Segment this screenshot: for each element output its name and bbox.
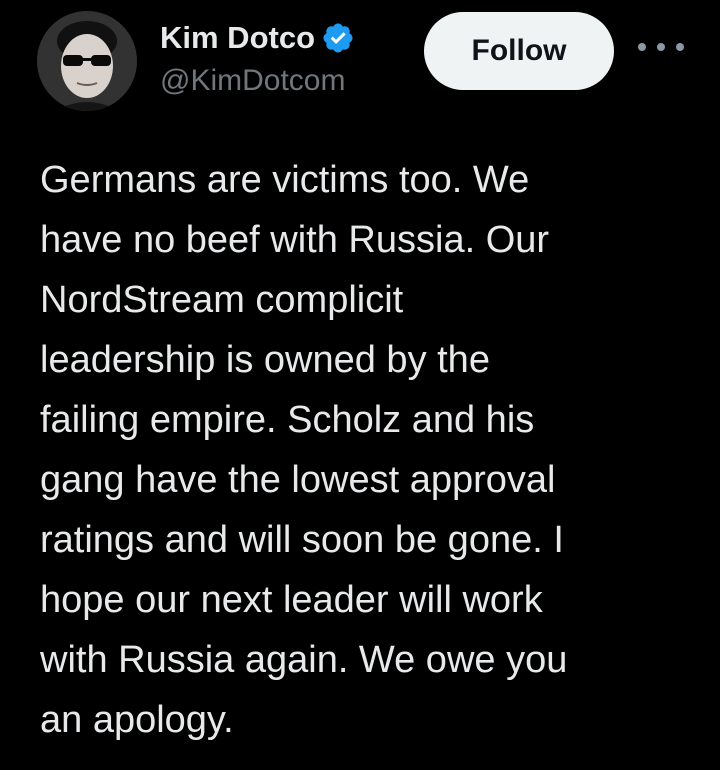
tweet-text: Germans are victims too. We have no beef… <box>40 150 700 750</box>
more-dot <box>638 43 646 51</box>
tweet-text-line: leadership is owned by the <box>40 339 490 381</box>
tweet-text-line: failing empire. Scholz and his <box>40 399 535 441</box>
tweet-text-line: have no beef with Russia. Our <box>40 219 550 261</box>
avatar-image <box>37 11 137 111</box>
tweet-text-line: with Russia again. We owe you <box>40 639 568 681</box>
more-options-icon[interactable] <box>638 32 684 62</box>
tweet-text-line: an apology. <box>40 699 234 741</box>
tweet-card: Kim Dotco @KimDotcom Follow Germans are … <box>0 0 720 770</box>
author-name-row: Kim Dotco <box>160 16 355 60</box>
author-name[interactable]: Kim Dotco <box>160 20 315 56</box>
tweet-text-line: hope our next leader will work <box>40 579 543 621</box>
follow-button[interactable]: Follow <box>424 12 614 90</box>
author-avatar[interactable] <box>37 11 137 111</box>
author-handle[interactable]: @KimDotcom <box>160 64 345 98</box>
tweet-text-line: NordStream complicit <box>40 279 404 321</box>
verified-badge-icon <box>323 23 353 53</box>
more-dot <box>676 43 684 51</box>
tweet-text-line: ratings and will soon be gone. I <box>40 519 564 561</box>
tweet-text-line: gang have the lowest approval <box>40 459 556 501</box>
tweet-text-line: Germans are victims too. We <box>40 159 530 201</box>
more-dot <box>657 43 665 51</box>
